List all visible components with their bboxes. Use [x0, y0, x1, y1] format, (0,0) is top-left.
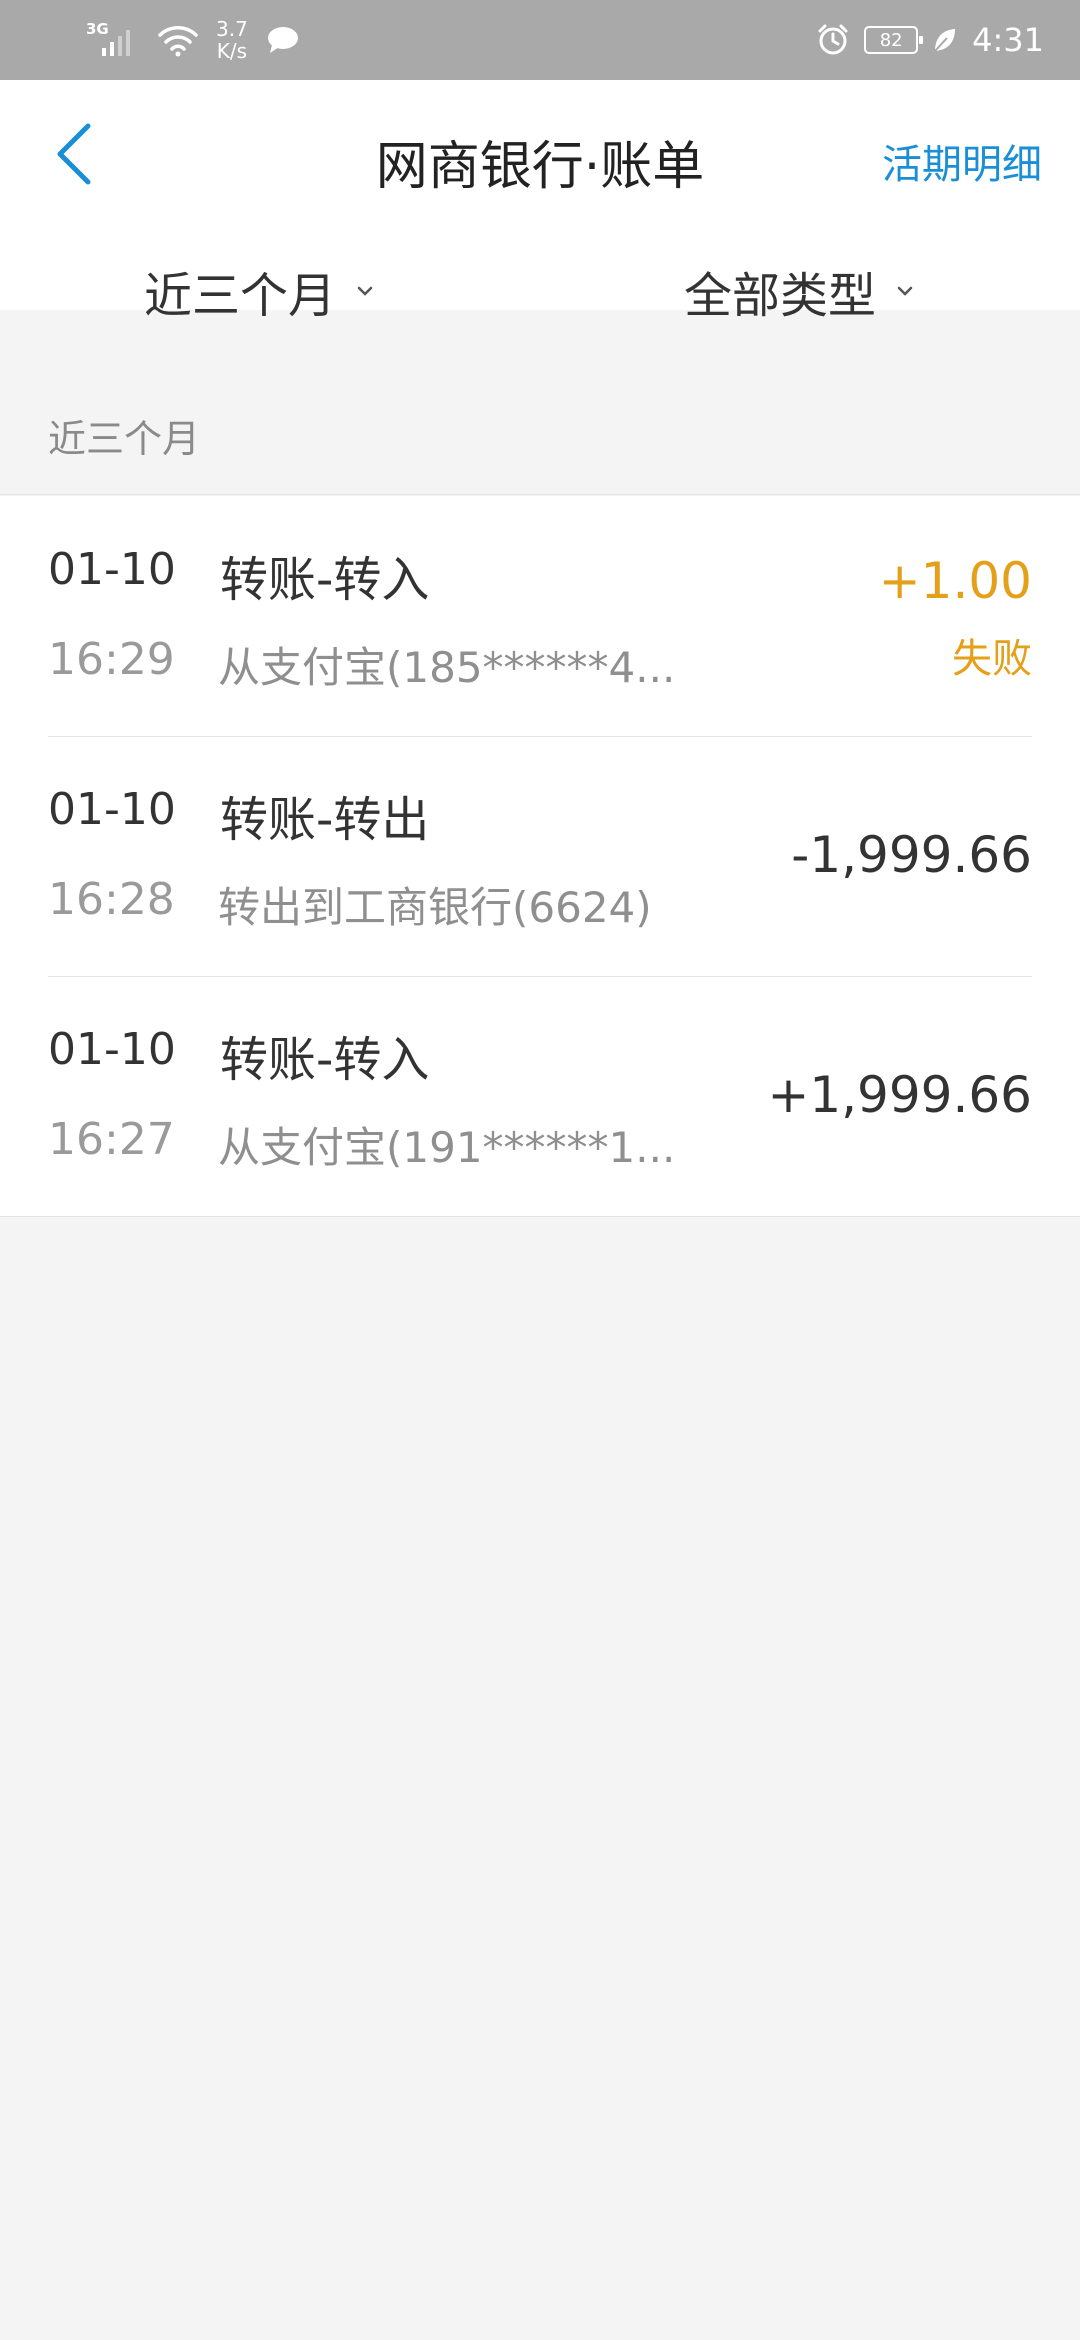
- leaf-icon: [934, 29, 956, 52]
- transaction-list: 01-10 16:29 转账-转入 从支付宝(185******4... +1.…: [0, 496, 1080, 1217]
- current-account-detail-link[interactable]: 活期明细: [882, 132, 1042, 190]
- status-bar-left: 3G 3.7 K/s: [86, 14, 300, 66]
- transaction-description: 转出到工商银行(6624): [218, 883, 652, 932]
- wifi-icon: [158, 26, 198, 57]
- network-speed: 3.7 K/s: [216, 18, 248, 62]
- transaction-type: 转账-转出: [220, 792, 430, 848]
- transaction-amount: +1,999.66: [767, 1066, 1032, 1124]
- network-speed-unit: K/s: [216, 39, 248, 63]
- type-filter[interactable]: 全部类型: [684, 256, 916, 326]
- transaction-description: 从支付宝(185******4...: [218, 643, 676, 692]
- filter-bar: 近三个月 全部类型: [0, 256, 1080, 326]
- period-filter-label: 近三个月: [144, 268, 337, 324]
- section-title: 近三个月: [48, 417, 201, 461]
- transaction-date: 01-10: [48, 784, 176, 835]
- type-filter-label: 全部类型: [684, 268, 877, 324]
- transaction-amount: -1,999.66: [791, 826, 1032, 884]
- network-speed-value: 3.7: [216, 17, 248, 41]
- transaction-row[interactable]: 01-10 16:28 转账-转出 转出到工商银行(6624) -1,999.6…: [0, 736, 1080, 976]
- message-icon: [267, 27, 298, 53]
- clock-time: 4:31: [972, 21, 1044, 59]
- transaction-time: 16:28: [48, 874, 175, 925]
- period-filter[interactable]: 近三个月: [144, 256, 376, 326]
- alarm-icon: [818, 24, 848, 55]
- transaction-date: 01-10: [48, 544, 176, 595]
- transaction-row[interactable]: 01-10 16:27 转账-转入 从支付宝(191******1... +1,…: [0, 976, 1080, 1216]
- transaction-row[interactable]: 01-10 16:29 转账-转入 从支付宝(185******4... +1.…: [0, 496, 1080, 736]
- status-bar: 3G 3.7 K/s 82 4:31: [0, 0, 1080, 80]
- app-header: 网商银行·账单 活期明细 近三个月 全部类型: [0, 80, 1080, 324]
- transaction-time: 16:29: [48, 634, 175, 685]
- transaction-type: 转账-转入: [220, 1032, 430, 1088]
- transaction-amount: +1.00: [878, 552, 1032, 610]
- transaction-date: 01-10: [48, 1024, 176, 1075]
- transaction-type: 转账-转入: [220, 552, 430, 608]
- transaction-status: 失败: [952, 636, 1032, 682]
- section-header: 近三个月: [0, 374, 1080, 495]
- battery-icon: 82: [864, 26, 924, 54]
- transaction-description: 从支付宝(191******1...: [218, 1123, 676, 1172]
- cellular-signal-icon: 3G: [86, 20, 140, 60]
- status-bar-right: 82 4:31: [816, 14, 1044, 66]
- chevron-down-icon: [357, 286, 373, 296]
- transaction-time: 16:27: [48, 1114, 175, 1165]
- chevron-down-icon: [897, 286, 913, 296]
- battery-level: 82: [879, 29, 903, 51]
